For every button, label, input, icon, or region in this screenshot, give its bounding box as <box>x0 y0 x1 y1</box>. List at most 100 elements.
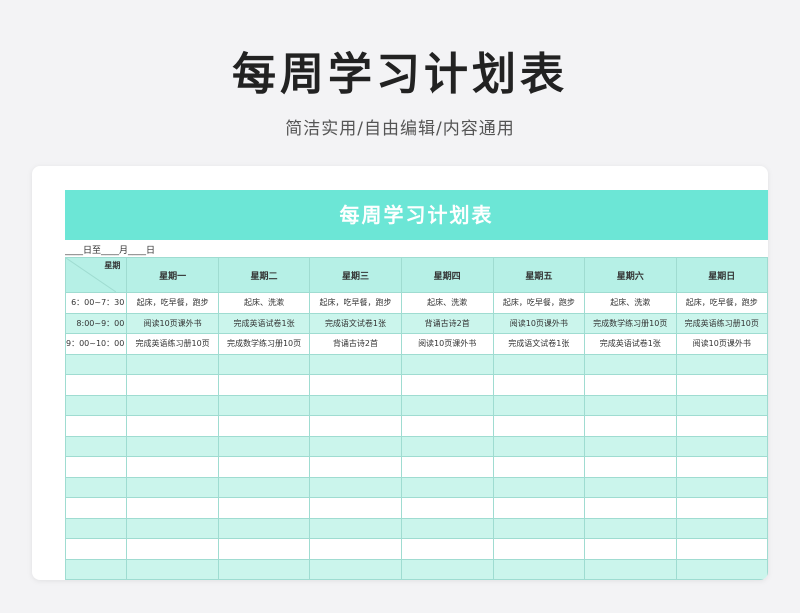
table-cell[interactable]: 阅读10页课外书 <box>675 333 768 355</box>
table-cell[interactable] <box>400 476 494 498</box>
table-cell[interactable]: 起床、洗漱 <box>217 292 311 314</box>
day-header-cell[interactable]: 星期一 <box>126 257 219 293</box>
table-cell[interactable] <box>126 558 219 580</box>
table-cell[interactable] <box>675 558 768 580</box>
table-cell[interactable] <box>126 394 219 416</box>
time-cell[interactable] <box>65 374 128 396</box>
table-cell[interactable] <box>126 497 219 519</box>
table-cell[interactable] <box>309 394 402 416</box>
table-cell[interactable] <box>126 456 219 478</box>
table-cell[interactable] <box>584 538 677 560</box>
table-cell[interactable] <box>584 374 677 396</box>
table-cell[interactable] <box>400 517 494 539</box>
time-cell[interactable] <box>65 456 128 478</box>
table-cell[interactable] <box>400 538 494 560</box>
table-cell[interactable] <box>400 353 494 375</box>
table-cell[interactable] <box>492 476 586 498</box>
table-cell[interactable] <box>492 415 586 437</box>
day-header-cell[interactable]: 星期日 <box>675 257 768 293</box>
table-cell[interactable] <box>400 394 494 416</box>
table-cell[interactable]: 阅读10页课外书 <box>126 312 219 334</box>
table-cell[interactable] <box>675 476 768 498</box>
table-cell[interactable] <box>584 476 677 498</box>
table-cell[interactable] <box>217 415 311 437</box>
table-cell[interactable] <box>400 497 494 519</box>
table-cell[interactable]: 起床、洗漱 <box>400 292 494 314</box>
table-cell[interactable] <box>675 517 768 539</box>
table-cell[interactable] <box>217 456 311 478</box>
table-cell[interactable] <box>584 517 677 539</box>
table-cell[interactable]: 阅读10页课外书 <box>400 333 494 355</box>
table-cell[interactable] <box>309 497 402 519</box>
table-cell[interactable] <box>217 476 311 498</box>
table-cell[interactable]: 阅读10页课外书 <box>492 312 586 334</box>
table-cell[interactable] <box>584 415 677 437</box>
table-cell[interactable] <box>217 353 311 375</box>
time-cell[interactable] <box>65 497 128 519</box>
table-cell[interactable] <box>309 476 402 498</box>
table-cell[interactable] <box>675 456 768 478</box>
time-cell[interactable] <box>65 394 128 416</box>
table-cell[interactable]: 起床，吃早餐，跑步 <box>126 292 219 314</box>
table-cell[interactable] <box>492 374 586 396</box>
table-cell[interactable] <box>584 435 677 457</box>
table-cell[interactable] <box>492 538 586 560</box>
table-cell[interactable] <box>400 456 494 478</box>
time-cell[interactable]: 6：00~7：30 <box>65 292 128 314</box>
table-cell[interactable]: 背诵古诗2首 <box>400 312 494 334</box>
table-cell[interactable]: 完成数学练习册10页 <box>584 312 677 334</box>
corner-header-cell[interactable]: 星期 <box>65 257 128 293</box>
table-cell[interactable] <box>126 435 219 457</box>
table-cell[interactable] <box>309 558 402 580</box>
table-cell[interactable] <box>309 374 402 396</box>
table-cell[interactable] <box>217 435 311 457</box>
table-cell[interactable] <box>584 353 677 375</box>
table-cell[interactable] <box>675 353 768 375</box>
table-cell[interactable] <box>309 538 402 560</box>
table-cell[interactable]: 完成英语练习册10页 <box>675 312 768 334</box>
table-cell[interactable] <box>492 497 586 519</box>
table-cell[interactable] <box>309 456 402 478</box>
table-cell[interactable]: 起床、洗漱 <box>584 292 677 314</box>
table-cell[interactable] <box>217 538 311 560</box>
time-cell[interactable] <box>65 415 128 437</box>
time-cell[interactable] <box>65 435 128 457</box>
table-cell[interactable] <box>126 517 219 539</box>
table-cell[interactable]: 背诵古诗2首 <box>309 333 402 355</box>
table-cell[interactable] <box>217 558 311 580</box>
spreadsheet[interactable]: 每周学习计划表 ____日至____月____日 星期 星期一 星期二 星期三 … <box>65 190 768 580</box>
table-cell[interactable] <box>584 558 677 580</box>
table-cell[interactable] <box>217 497 311 519</box>
table-cell[interactable] <box>400 435 494 457</box>
table-cell[interactable] <box>309 517 402 539</box>
table-cell[interactable] <box>675 538 768 560</box>
table-cell[interactable] <box>492 435 586 457</box>
table-cell[interactable] <box>400 374 494 396</box>
table-cell[interactable] <box>492 353 586 375</box>
table-cell[interactable] <box>584 394 677 416</box>
table-cell[interactable] <box>126 415 219 437</box>
table-cell[interactable] <box>217 374 311 396</box>
table-cell[interactable] <box>675 374 768 396</box>
date-range-line[interactable]: ____日至____月____日 <box>65 243 155 257</box>
table-cell[interactable] <box>126 476 219 498</box>
table-cell[interactable] <box>492 517 586 539</box>
table-cell[interactable] <box>309 435 402 457</box>
table-cell[interactable] <box>309 415 402 437</box>
table-cell[interactable] <box>126 538 219 560</box>
table-cell[interactable]: 起床，吃早餐，跑步 <box>492 292 586 314</box>
day-header-cell[interactable]: 星期三 <box>309 257 402 293</box>
table-cell[interactable] <box>675 394 768 416</box>
table-cell[interactable] <box>309 353 402 375</box>
table-cell[interactable] <box>217 517 311 539</box>
table-cell[interactable] <box>217 394 311 416</box>
table-cell[interactable]: 起床，吃早餐，跑步 <box>675 292 768 314</box>
table-cell[interactable] <box>675 497 768 519</box>
time-cell[interactable] <box>65 517 128 539</box>
time-cell[interactable] <box>65 558 128 580</box>
day-header-cell[interactable]: 星期二 <box>217 257 311 293</box>
time-cell[interactable] <box>65 476 128 498</box>
table-cell[interactable]: 完成英语试卷1张 <box>217 312 311 334</box>
table-cell[interactable] <box>492 394 586 416</box>
table-cell[interactable] <box>584 497 677 519</box>
